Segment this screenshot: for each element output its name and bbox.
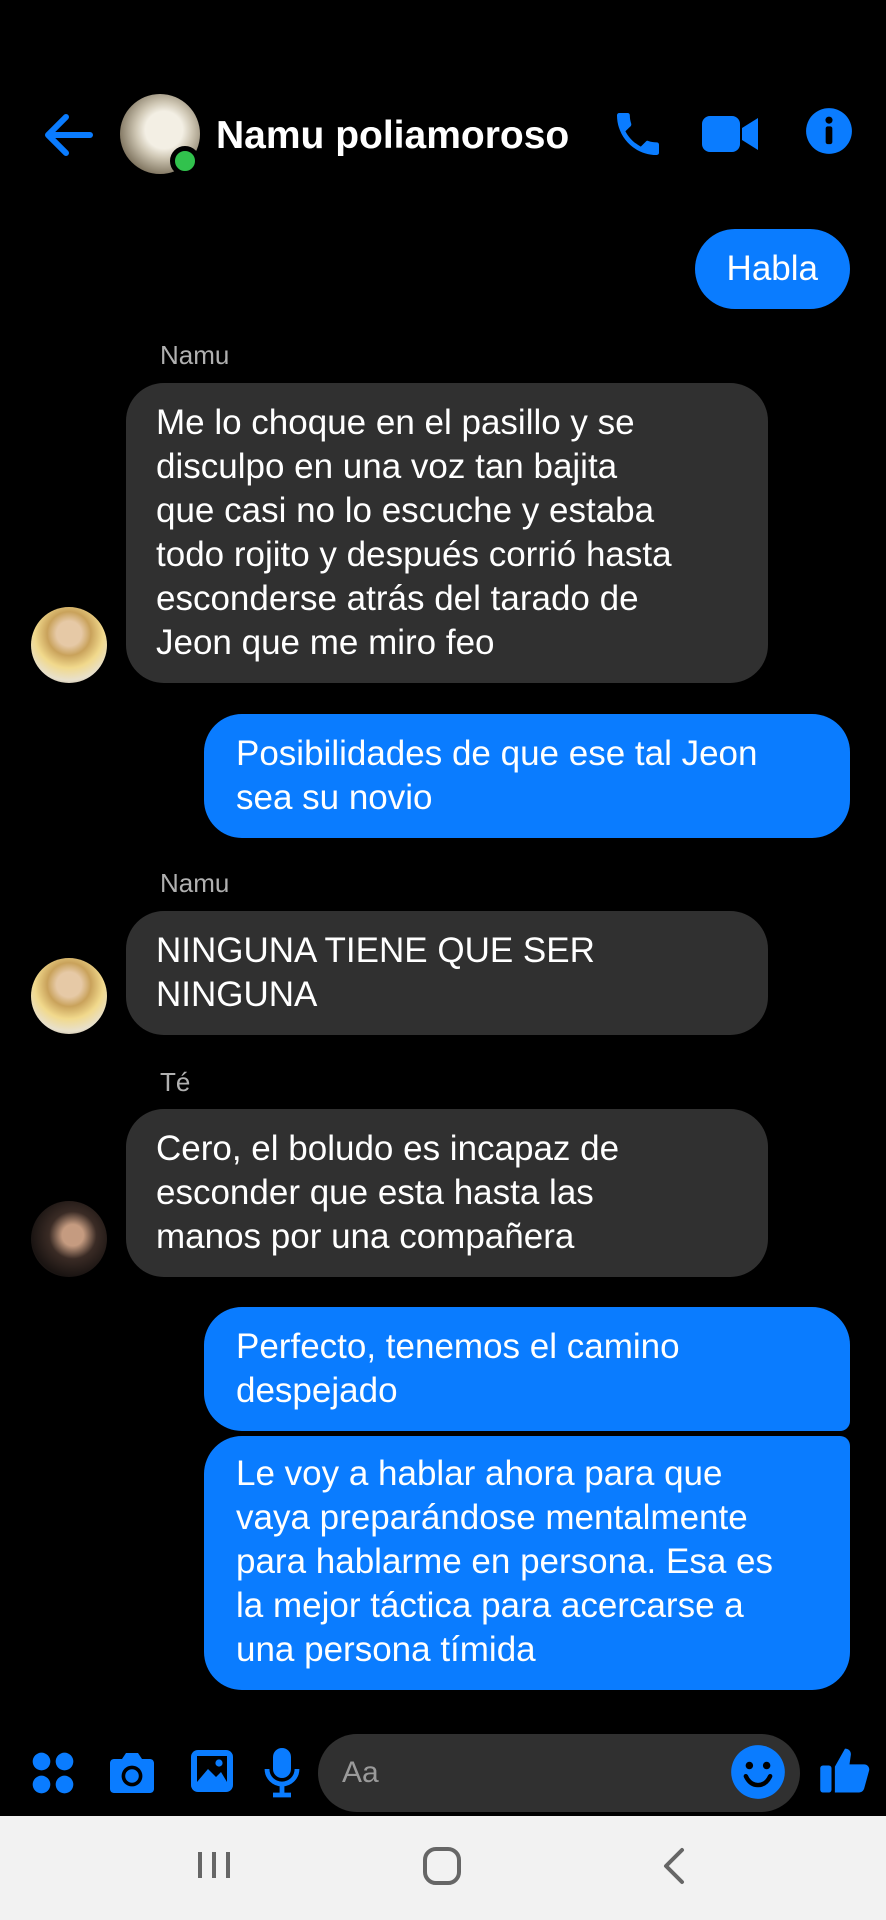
sent-message-bubble[interactable]: Le voy a hablar ahora para que vaya prep… <box>204 1436 850 1690</box>
system-navigation-bar <box>0 1816 886 1920</box>
recent-apps-icon[interactable] <box>194 1844 234 1893</box>
sent-message-bubble[interactable]: Perfecto, tenemos el camino despejado <box>204 1307 850 1431</box>
message-input[interactable] <box>342 1752 702 1794</box>
camera-icon[interactable] <box>106 1748 158 1803</box>
sender-avatar[interactable] <box>31 607 107 683</box>
message-input-field[interactable] <box>318 1734 800 1812</box>
sender-name-label: Namu <box>160 340 230 370</box>
apps-grid-icon[interactable] <box>30 1750 76 1801</box>
contact-name[interactable]: Namu poliamoroso <box>216 114 569 158</box>
emoji-icon[interactable] <box>730 1744 786 1805</box>
sent-message-bubble[interactable]: Posibilidades de que ese tal Jeon sea su… <box>204 714 850 838</box>
video-camera-icon[interactable] <box>700 106 760 167</box>
back-icon[interactable] <box>656 1844 692 1893</box>
back-arrow-icon[interactable] <box>38 110 98 160</box>
microphone-icon[interactable] <box>264 1746 300 1803</box>
sender-avatar[interactable] <box>31 1201 107 1277</box>
thumbs-up-icon[interactable] <box>818 1742 872 1803</box>
sender-name-label: Namu <box>160 868 230 898</box>
message-composer <box>0 1728 886 1824</box>
online-status-dot <box>170 146 200 176</box>
received-message-bubble[interactable]: Me lo choque en el pasillo y se disculpo… <box>126 383 768 683</box>
phone-icon[interactable] <box>610 106 666 167</box>
sender-name-label: Té <box>160 1067 191 1097</box>
received-message-bubble[interactable]: NINGUNA TIENE QUE SER NINGUNA <box>126 911 768 1035</box>
home-icon[interactable] <box>420 1844 466 1893</box>
chat-header: Namu poliamoroso <box>0 80 886 190</box>
sender-avatar[interactable] <box>31 958 107 1034</box>
sent-message-bubble[interactable]: Habla <box>694 229 850 309</box>
gallery-icon[interactable] <box>188 1746 236 1801</box>
info-icon[interactable] <box>804 106 854 161</box>
received-message-bubble[interactable]: Cero, el boludo es incapaz de esconder q… <box>126 1109 768 1277</box>
